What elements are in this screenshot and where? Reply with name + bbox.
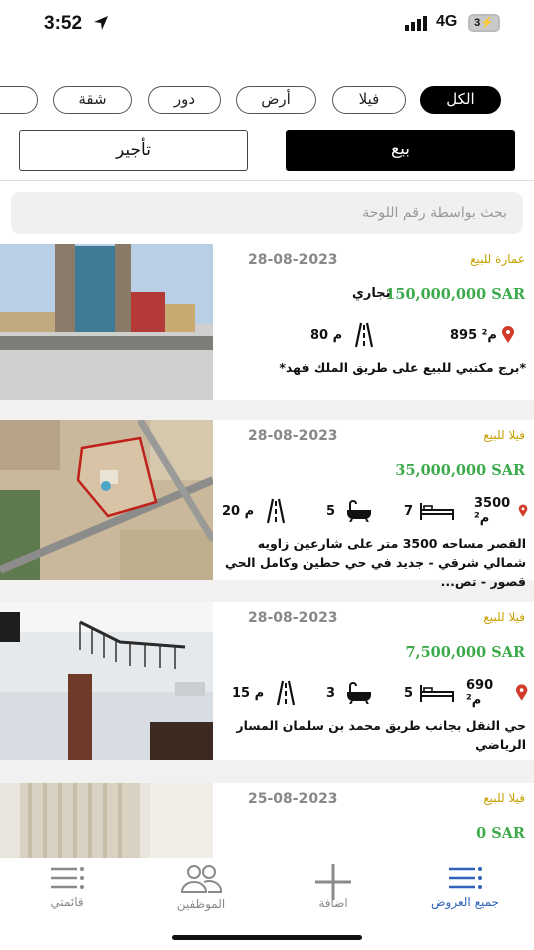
listing-date: 25-08-2023 bbox=[248, 791, 338, 807]
spec-area: 895 م² bbox=[450, 322, 515, 348]
nav-label: جميع العروض bbox=[431, 895, 499, 909]
spec-area: 690 م² bbox=[466, 678, 528, 708]
rent-toggle[interactable]: تأجير bbox=[19, 130, 248, 171]
signal-icon bbox=[405, 16, 427, 31]
listing-type: فيلا للبيع bbox=[483, 428, 525, 442]
listing-type: عمارة للبيع bbox=[470, 252, 525, 266]
nav-all-offers[interactable]: جميع العروض bbox=[405, 864, 525, 909]
street-width: 80 م bbox=[310, 327, 343, 343]
bed-icon bbox=[420, 503, 455, 520]
sale-toggle[interactable]: بيع bbox=[286, 130, 515, 171]
street-width: 15 م bbox=[232, 685, 265, 701]
users-icon bbox=[180, 865, 223, 893]
chip-apartment[interactable]: شقة bbox=[53, 86, 132, 114]
nav-label: قائمتي bbox=[50, 895, 84, 909]
listing-date: 28-08-2023 bbox=[248, 252, 338, 268]
listing-photo bbox=[0, 783, 213, 858]
spec-bathrooms: 5 bbox=[326, 498, 373, 524]
listing-usage: تجاري bbox=[352, 286, 391, 301]
listing-card[interactable]: 28-08-2023 فيلا للبيع 7,500,000 SAR 15 م… bbox=[0, 602, 534, 760]
listing-specs: 15 م 3 5 690 م² bbox=[218, 678, 528, 708]
listing-card[interactable]: 25-08-2023 فيلا للبيع 0 SAR bbox=[0, 783, 534, 858]
spec-street: 20 م bbox=[222, 498, 290, 524]
bathtub-icon bbox=[347, 500, 372, 522]
network-type: 4G bbox=[436, 13, 458, 30]
listing-description: *برج مكتبي للبيع على طريق الملك فهد* bbox=[279, 360, 526, 375]
location-arrow-icon bbox=[94, 16, 108, 30]
menu-icon bbox=[51, 867, 84, 889]
chip-land[interactable]: أرض bbox=[236, 86, 316, 114]
battery-icon: 3⚡ bbox=[468, 14, 500, 32]
road-icon bbox=[267, 498, 286, 524]
listing-card[interactable]: 28-08-2023 فيلا للبيع 35,000,000 SAR 20 … bbox=[0, 420, 534, 589]
nav-my-list[interactable]: قائمتي bbox=[7, 864, 127, 909]
spec-bathrooms: 3 bbox=[326, 680, 373, 706]
bed-icon bbox=[420, 685, 455, 702]
nav-label: الموظفين bbox=[176, 897, 226, 911]
street-width: 20 م bbox=[222, 503, 255, 519]
listing-price: 0 SAR bbox=[476, 825, 525, 842]
listing-price: 7,500,000 SAR bbox=[405, 644, 525, 661]
bathrooms-count: 5 bbox=[326, 503, 336, 519]
category-filter-bar: شقة دور أرض فيلا الكل bbox=[0, 86, 534, 116]
listing-date: 28-08-2023 bbox=[248, 428, 338, 444]
area-value: 690 م² bbox=[466, 678, 494, 708]
listing-photo bbox=[0, 602, 213, 760]
area-value: 895 م² bbox=[450, 327, 497, 343]
bedrooms-count: 7 bbox=[404, 503, 414, 519]
nav-add[interactable]: اضافة bbox=[273, 864, 393, 910]
bedrooms-count: 5 bbox=[404, 685, 414, 701]
listing-type: فيلا للبيع bbox=[483, 791, 525, 805]
listing-date: 28-08-2023 bbox=[248, 610, 338, 626]
listing-card[interactable]: 28-08-2023 عمارة للبيع 150,000,000 SAR ت… bbox=[0, 244, 534, 400]
nav-label: اضافة bbox=[318, 896, 348, 910]
area-value: 3500 م² bbox=[474, 496, 511, 526]
listing-description: القصر مساحه 3500 متر على شارعين زاويه شم… bbox=[224, 536, 526, 589]
listing-price: 150,000,000 SAR bbox=[385, 286, 525, 303]
chip-all[interactable]: الكل bbox=[420, 86, 501, 114]
bathrooms-count: 3 bbox=[326, 685, 336, 701]
listing-description: حي النقل بجانب طريق محمد بن سلمان المسار… bbox=[236, 718, 526, 752]
spec-area: 3500 م² bbox=[474, 496, 528, 526]
chip-villa[interactable]: فيلا bbox=[332, 86, 406, 114]
nav-employees[interactable]: الموظفين bbox=[141, 864, 261, 911]
status-time: 3:52 bbox=[44, 13, 83, 34]
battery-level: 3 bbox=[474, 17, 481, 29]
location-pin-icon bbox=[515, 684, 528, 701]
listing-photo bbox=[0, 244, 213, 400]
listings-list[interactable]: 28-08-2023 عمارة للبيع 150,000,000 SAR ت… bbox=[0, 244, 534, 858]
spec-bedrooms: 5 bbox=[404, 680, 455, 706]
listing-specs: 20 م 5 7 3500 م² bbox=[218, 496, 528, 526]
spec-street: 80 م bbox=[310, 322, 378, 348]
road-icon bbox=[355, 322, 374, 348]
listing-type: فيلا للبيع bbox=[483, 610, 525, 624]
bathtub-icon bbox=[347, 682, 372, 704]
divider bbox=[0, 180, 534, 181]
home-indicator[interactable] bbox=[172, 935, 362, 940]
status-bar: 3:52 4G 3⚡ bbox=[0, 0, 534, 50]
location-pin-icon bbox=[501, 326, 514, 343]
listing-photo bbox=[0, 420, 213, 580]
spec-street: 15 م bbox=[232, 680, 300, 706]
chip-partial[interactable] bbox=[0, 86, 38, 114]
listing-specs: 80 م 895 م² bbox=[218, 322, 528, 348]
list-icon bbox=[449, 867, 482, 889]
listing-price: 35,000,000 SAR bbox=[395, 462, 525, 479]
road-icon bbox=[277, 680, 296, 706]
spec-bedrooms: 7 bbox=[404, 498, 455, 524]
location-pin-icon bbox=[518, 504, 528, 517]
plate-search-input[interactable] bbox=[11, 192, 523, 234]
chip-floor[interactable]: دور bbox=[148, 86, 221, 114]
